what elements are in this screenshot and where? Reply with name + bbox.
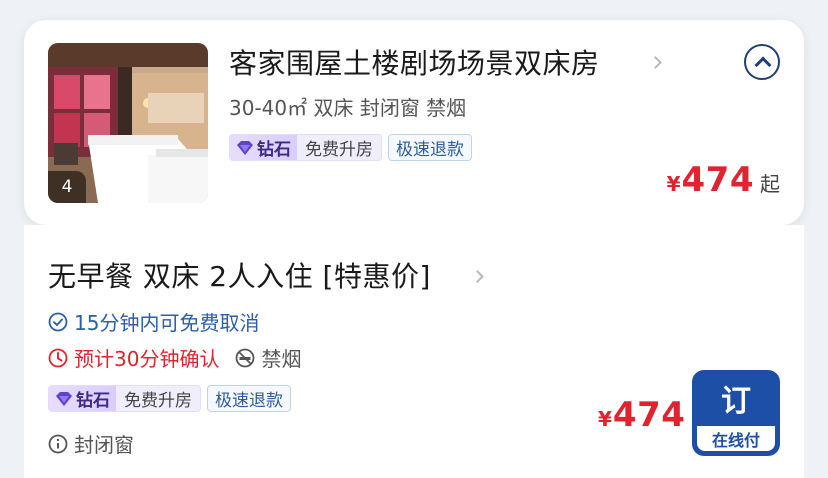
room-title[interactable]: 客家围屋土楼剧场场景双床房 (229, 42, 600, 82)
rate-title[interactable]: 无早餐 双床 2人入住 [特惠价] (48, 255, 431, 295)
price-amount: 474 (681, 160, 754, 200)
window-info: 封闭窗 (48, 429, 134, 458)
diamond-label: 钻石 (76, 391, 110, 411)
cancel-policy[interactable]: 15分钟内可免费取消 (48, 307, 259, 336)
room-photo[interactable]: 4 (48, 43, 208, 203)
room-card[interactable]: 4 客家围屋土楼剧场场景双床房 30-40㎡ 双床 封闭窗 禁烟 钻石 免费升房… (24, 20, 804, 225)
refund-tag: 极速退款 (388, 134, 472, 161)
rate-plan-card[interactable]: 无早餐 双床 2人入住 [特惠价] 15分钟内可免费取消 预计30分钟确认 禁烟 (24, 225, 804, 478)
cancel-policy-text: 15分钟内可免费取消 (74, 311, 260, 335)
book-label: 订 (721, 384, 751, 419)
clock-icon (48, 348, 68, 367)
chevron-right-icon (649, 56, 662, 69)
currency-symbol: ¥ (666, 172, 681, 196)
upgrade-label: 免费升房 (124, 391, 192, 411)
refund-tag: 极速退款 (207, 385, 291, 412)
info-circle-icon (48, 434, 68, 453)
collapse-button[interactable] (744, 44, 780, 80)
upgrade-label: 免费升房 (305, 140, 373, 160)
price-amount: 474 (612, 395, 686, 435)
confirm-time-text: 预计30分钟确认 (74, 347, 220, 371)
photo-count: 4 (48, 171, 86, 203)
rate-price: ¥ 474 (598, 395, 685, 435)
diamond-tag: 钻石 免费升房 (48, 385, 201, 412)
chevron-right-icon (471, 270, 484, 283)
rate-tag-row: 钻石 免费升房 极速退款 (48, 385, 291, 412)
diamond-icon (237, 140, 253, 155)
window-text: 封闭窗 (74, 433, 134, 457)
room-price: ¥ 474 起 (667, 160, 780, 200)
no-smoking-icon (236, 348, 255, 367)
room-tag-row: 钻石 免费升房 极速退款 (229, 134, 472, 161)
room-specs: 30-40㎡ 双床 封闭窗 禁烟 (229, 96, 467, 120)
payment-type-label: 在线付 (697, 426, 775, 451)
check-circle-icon (48, 312, 68, 331)
diamond-label: 钻石 (257, 140, 291, 160)
no-smoking-text: 禁烟 (261, 347, 302, 371)
book-button[interactable]: 订 在线付 (692, 370, 780, 456)
diamond-tag: 钻石 免费升房 (229, 134, 382, 161)
confirm-info: 预计30分钟确认 禁烟 (48, 343, 301, 372)
currency-symbol: ¥ (598, 407, 612, 431)
diamond-icon (56, 391, 72, 406)
price-suffix: 起 (760, 172, 780, 196)
